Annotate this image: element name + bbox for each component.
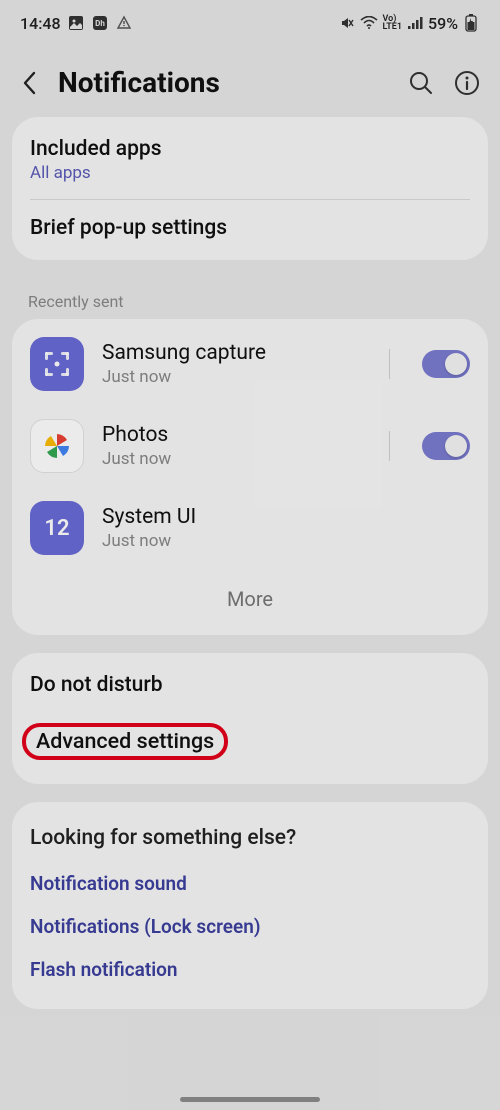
app-row-system-ui[interactable]: 12 System UI Just now	[12, 487, 488, 569]
samsung-capture-icon	[30, 337, 84, 391]
looking-card: Looking for something else? Notification…	[12, 802, 488, 1009]
advanced-settings-title: Advanced settings	[36, 729, 214, 754]
dnd-title: Do not disturb	[30, 673, 470, 697]
gallery-icon	[67, 14, 85, 32]
app-name: System UI	[102, 505, 470, 529]
app-time: Just now	[102, 449, 371, 469]
link-label: Notifications (Lock screen)	[30, 915, 261, 938]
app-row-photos[interactable]: Photos Just now	[12, 405, 488, 487]
included-apps-title: Included apps	[30, 137, 470, 161]
app-row-samsung-capture[interactable]: Samsung capture Just now	[12, 323, 488, 405]
recently-sent-label: Recently sent	[0, 278, 500, 319]
link-label: Flash notification	[30, 958, 178, 981]
battery-icon	[462, 14, 480, 32]
settings-card-3: Do not disturb Advanced settings	[12, 653, 488, 784]
cloud-warning-icon	[115, 14, 133, 32]
app-time: Just now	[102, 367, 371, 387]
app-badge-icon: Dh	[91, 14, 109, 32]
system-ui-icon: 12	[30, 501, 84, 555]
signal-icon	[406, 14, 424, 32]
nav-handle[interactable]	[180, 1097, 320, 1102]
included-apps-subtitle: All apps	[30, 163, 470, 183]
back-button[interactable]	[16, 69, 44, 97]
dnd-row[interactable]: Do not disturb	[12, 657, 488, 713]
brief-popup-title: Brief pop-up settings	[30, 216, 470, 240]
page-title: Notifications	[58, 66, 394, 99]
app-time: Just now	[102, 531, 470, 551]
included-apps-row[interactable]: Included apps All apps	[12, 121, 488, 199]
divider	[389, 349, 390, 379]
svg-text:12: 12	[44, 516, 69, 541]
advanced-settings-highlight: Advanced settings	[22, 723, 228, 760]
divider	[389, 431, 390, 461]
status-right: Vo)LTE1 59%	[338, 14, 480, 33]
link-notification-sound[interactable]: Notification sound	[12, 862, 488, 905]
more-button[interactable]: More	[12, 569, 488, 631]
volte-icon: Vo)LTE1	[382, 15, 402, 31]
search-icon[interactable]	[408, 70, 434, 96]
link-flash-notification[interactable]: Flash notification	[12, 948, 488, 991]
link-notifications-lock-screen[interactable]: Notifications (Lock screen)	[12, 905, 488, 948]
status-bar: 14:48 Dh Vo)LTE1 59%	[0, 0, 500, 44]
brief-popup-row[interactable]: Brief pop-up settings	[12, 200, 488, 256]
photos-icon	[30, 419, 84, 473]
toggle-samsung-capture[interactable]	[422, 350, 470, 378]
looking-title: Looking for something else?	[12, 806, 488, 862]
app-name: Samsung capture	[102, 341, 371, 365]
status-left: 14:48 Dh	[20, 14, 133, 33]
settings-card-1: Included apps All apps Brief pop-up sett…	[12, 117, 488, 260]
battery-percent: 59%	[428, 14, 458, 33]
svg-text:Dh: Dh	[95, 19, 105, 28]
status-time: 14:48	[20, 14, 61, 33]
app-name: Photos	[102, 423, 371, 447]
info-icon[interactable]	[454, 70, 480, 96]
mute-icon	[338, 14, 356, 32]
page-header: Notifications	[0, 44, 500, 117]
toggle-photos[interactable]	[422, 432, 470, 460]
recently-sent-card: Samsung capture Just now Photos Just now…	[12, 319, 488, 635]
more-label: More	[227, 587, 273, 611]
advanced-settings-row[interactable]: Advanced settings	[12, 713, 488, 780]
link-label: Notification sound	[30, 872, 187, 895]
wifi-icon	[360, 14, 378, 32]
